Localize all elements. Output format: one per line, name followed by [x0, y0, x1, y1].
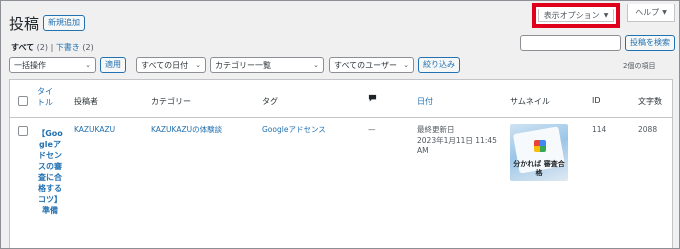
column-thumbnail: サムネイル — [510, 97, 550, 106]
post-thumbnail: 分かれば 審査合格 — [510, 124, 568, 181]
bulk-action-select[interactable]: 一括操作 ⌄ — [9, 57, 96, 73]
view-all-count: (2) — [36, 43, 49, 52]
column-author: 投稿者 — [74, 97, 98, 106]
column-tags: タグ — [262, 97, 278, 106]
screen-options-highlight: 表示オプション ▼ — [532, 3, 620, 28]
view-draft-count: (2) — [82, 43, 94, 52]
post-date-value: 2023年1月11日 11:45 AM — [417, 136, 497, 155]
column-categories: カテゴリー — [151, 97, 191, 106]
search-input[interactable] — [520, 35, 621, 51]
category-filter-value: カテゴリー一覧 — [215, 60, 271, 70]
help-label: ヘルプ — [635, 8, 660, 17]
post-tag[interactable]: Googleアドセンス — [262, 125, 326, 135]
apply-button[interactable]: 適用 — [100, 57, 126, 73]
chevron-down-icon: ⌄ — [403, 61, 409, 69]
post-comments: — — [368, 125, 376, 134]
column-title-sort[interactable]: タイトル — [37, 86, 59, 108]
google-logo-icon — [534, 140, 546, 152]
user-filter-value: すべてのユーザー — [334, 60, 397, 70]
post-date-status: 最終更新日 — [417, 125, 455, 134]
caret-down-icon: ▼ — [662, 9, 667, 16]
filter-button[interactable]: 絞り込み — [418, 57, 460, 73]
post-category[interactable]: KAZUKAZUの体験談 — [151, 125, 222, 135]
user-filter-select[interactable]: すべてのユーザー ⌄ — [329, 57, 414, 73]
column-word-count: 文字数 — [638, 97, 662, 106]
thumbnail-caption: 分かれば 審査合格 — [513, 160, 565, 177]
posts-table: タイトル 投稿者 カテゴリー タグ 日付 サムネイル ID 文字数 【Googl… — [9, 79, 673, 248]
add-new-post-button[interactable]: 新規追加 — [43, 15, 85, 31]
select-all-checkbox[interactable] — [18, 96, 28, 106]
screen-options-button[interactable]: 表示オプション ▼ — [538, 9, 614, 22]
column-date-sort[interactable]: 日付 — [417, 96, 433, 107]
row-checkbox[interactable] — [18, 126, 28, 136]
view-separator: | — [50, 43, 54, 52]
bulk-action-value: 一括操作 — [14, 60, 46, 70]
table-header: タイトル 投稿者 カテゴリー タグ 日付 サムネイル ID 文字数 — [10, 80, 672, 118]
chevron-down-icon: ⌄ — [313, 61, 319, 69]
search-posts-button[interactable]: 投稿を検索 — [625, 35, 675, 51]
date-filter-select[interactable]: すべての日付 ⌄ — [136, 57, 206, 73]
screen-options-label: 表示オプション — [543, 10, 600, 20]
post-author[interactable]: KAZUKAZU — [74, 125, 115, 135]
help-button[interactable]: ヘルプ ▼ — [627, 4, 675, 22]
category-filter-select[interactable]: カテゴリー一覧 ⌄ — [210, 57, 324, 73]
post-title-link[interactable]: 【Googleアドセンスの審査に合格するコツ】準備 — [36, 128, 64, 216]
post-id: 114 — [592, 125, 607, 134]
comments-bubble-icon — [368, 94, 377, 105]
caret-down-icon: ▼ — [603, 11, 609, 19]
items-count: 2個の項目 — [623, 62, 656, 70]
post-word-count: 2088 — [638, 125, 658, 134]
view-draft-link[interactable]: 下書き — [56, 43, 80, 52]
chevron-down-icon: ⌄ — [195, 61, 201, 69]
page-title: 投稿 — [9, 15, 40, 33]
chevron-down-icon: ⌄ — [85, 61, 91, 69]
post-status-views: すべて (2) | 下書き (2) — [11, 42, 94, 53]
view-all-link[interactable]: すべて — [11, 43, 34, 52]
column-id: ID — [592, 96, 601, 105]
date-filter-value: すべての日付 — [141, 60, 189, 70]
posts-screen: 投稿 新規追加 表示オプション ▼ ヘルプ ▼ すべて (2) | 下書き (2… — [0, 0, 680, 249]
